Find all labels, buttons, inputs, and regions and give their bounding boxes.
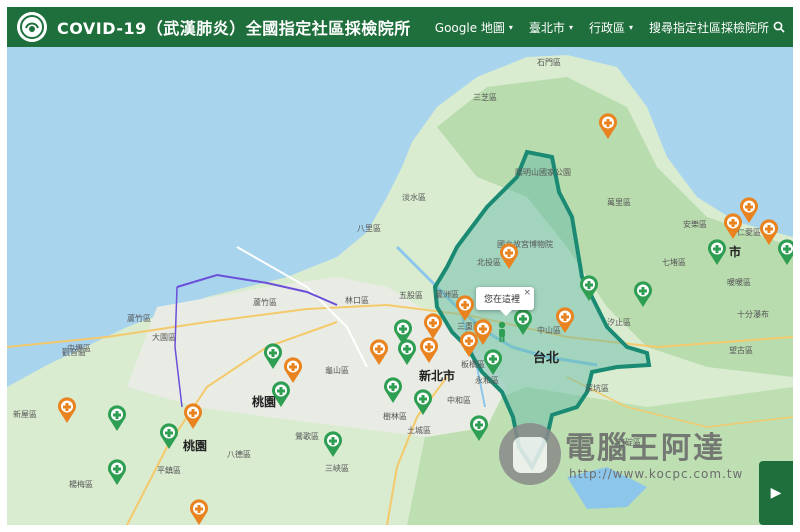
place-label: 七堵區 [662,258,686,267]
clinic-marker-green[interactable] [777,239,793,265]
clinic-marker-orange[interactable] [283,357,303,383]
nav-menu: Google 地圖 ▾ 臺北市 ▾ 行政區 ▾ 搜尋指定社區採檢院所 [427,7,793,47]
site-logo[interactable] [17,12,47,42]
place-label: 八里區 [357,224,381,233]
caret-down-icon: ▾ [568,22,573,32]
place-label: 萬里區 [607,198,631,207]
place-label-new-taipei: 新北市 [419,369,456,383]
logo-icon [20,15,44,39]
place-label: 暖暖區 [727,278,751,287]
clinic-marker-green[interactable] [633,281,653,307]
place-label: 蘆竹區 [127,314,151,323]
place-label: 石門區 [537,58,561,67]
nav-city-label: 臺北市 [528,20,565,35]
place-label: 陽明山國家公園 [515,168,571,177]
search-icon [773,21,785,33]
place-label: 平鎮區 [157,466,181,475]
place-label-taoyuan: 桃園 [183,439,208,453]
caret-down-icon: ▾ [628,22,633,32]
place-label: 安樂區 [683,220,707,229]
place-label: 八德區 [227,450,251,459]
clinic-marker-orange[interactable] [723,213,743,239]
nav-search-label: 搜尋指定社區採檢院所 [648,20,769,35]
user-location-icon [495,321,509,343]
place-label: 永和區 [475,376,499,385]
clinic-marker-orange[interactable] [57,397,77,423]
site-title[interactable]: COVID-19（武漢肺炎）全國指定社區採檢院所 [57,15,411,39]
place-label: 中壢區 [67,344,91,353]
clinic-marker-green[interactable] [263,343,283,369]
clinic-marker-green[interactable] [323,431,343,457]
place-label: 深坑區 [585,384,609,393]
place-label-keelung: 市 [729,245,742,259]
place-label: 三芝區 [473,93,497,102]
clinic-marker-green[interactable] [483,349,503,375]
place-label: 土城區 [407,426,431,435]
place-label: 鶯歌區 [295,432,319,441]
nav-city[interactable]: 臺北市 ▾ [521,7,581,47]
clinic-marker-orange[interactable] [419,337,439,363]
place-label: 北投區 [477,258,501,267]
place-label: 蘆竹區 [253,298,277,307]
place-label: 三峽區 [325,464,349,473]
clinic-marker-orange[interactable] [598,113,618,139]
clinic-marker-orange[interactable] [189,499,209,525]
clinic-marker-green[interactable] [107,459,127,485]
place-label: 望古區 [729,346,753,355]
top-navbar: COVID-19（武漢肺炎）全國指定社區採檢院所 Google 地圖 ▾ 臺北市… [7,7,793,47]
place-label: 龜山區 [325,366,349,375]
place-label: 林口區 [345,296,369,305]
clinic-marker-green[interactable] [383,377,403,403]
clinic-marker-green[interactable] [159,423,179,449]
popup-text: 您在這裡 [484,295,521,305]
clinic-marker-orange[interactable] [183,403,203,429]
clinic-marker-orange[interactable] [499,243,519,269]
place-label: 樹林區 [383,412,407,421]
map-canvas[interactable]: 石門區 三芝區 陽明山國家公園 淡水區 八里區 萬里區 安樂區 七堵區 國立故宮… [7,47,793,525]
watermark-text: 電腦王阿達 [565,431,725,466]
place-label: 板橋區 [461,360,485,369]
place-label: 新屋區 [13,410,37,419]
clinic-marker-orange[interactable] [423,313,443,339]
watermark-url: http://www.kocpc.com.tw [569,467,744,481]
clinic-marker-green[interactable] [413,389,433,415]
clinic-marker-orange[interactable] [759,219,779,245]
side-panel-toggle-button[interactable]: ▶ [759,461,793,525]
clinic-marker-orange[interactable] [369,339,389,365]
clinic-marker-green[interactable] [469,415,489,441]
nav-search[interactable]: 搜尋指定社區採檢院所 [641,7,793,47]
clinic-marker-green[interactable] [397,339,417,365]
popup-close-button[interactable]: × [523,288,531,298]
clinic-marker-green[interactable] [707,239,727,265]
clinic-marker-green[interactable] [513,309,533,335]
place-label-taipei: 台北 [533,351,560,366]
place-label: 中和區 [447,396,471,405]
place-label: 十分瀑布 [737,310,769,319]
nav-district[interactable]: 行政區 ▾ [581,7,641,47]
nav-district-label: 行政區 [588,20,625,35]
caret-down-icon: ▾ [508,22,513,32]
watermark: 電腦王阿達 http://www.kocpc.com.tw [499,419,769,499]
nav-google-maps[interactable]: Google 地圖 ▾ [427,7,521,47]
nav-google-maps-label: Google 地圖 [434,20,505,35]
place-label: 楊梅區 [69,480,93,489]
clinic-marker-orange[interactable] [455,295,475,321]
clinic-marker-green[interactable] [579,275,599,301]
place-label: 五股區 [399,291,423,300]
clinic-marker-green[interactable] [271,381,291,407]
watermark-logo-icon [499,423,561,485]
location-popup: 您在這裡 × [476,287,535,316]
clinic-marker-green[interactable] [107,405,127,431]
place-label: 淡水區 [402,193,426,202]
place-label: 汐止區 [607,318,631,327]
chevron-right-icon: ▶ [770,485,782,501]
clinic-marker-orange[interactable] [459,331,479,357]
place-label: 大園區 [152,333,176,342]
clinic-marker-orange[interactable] [555,307,575,333]
